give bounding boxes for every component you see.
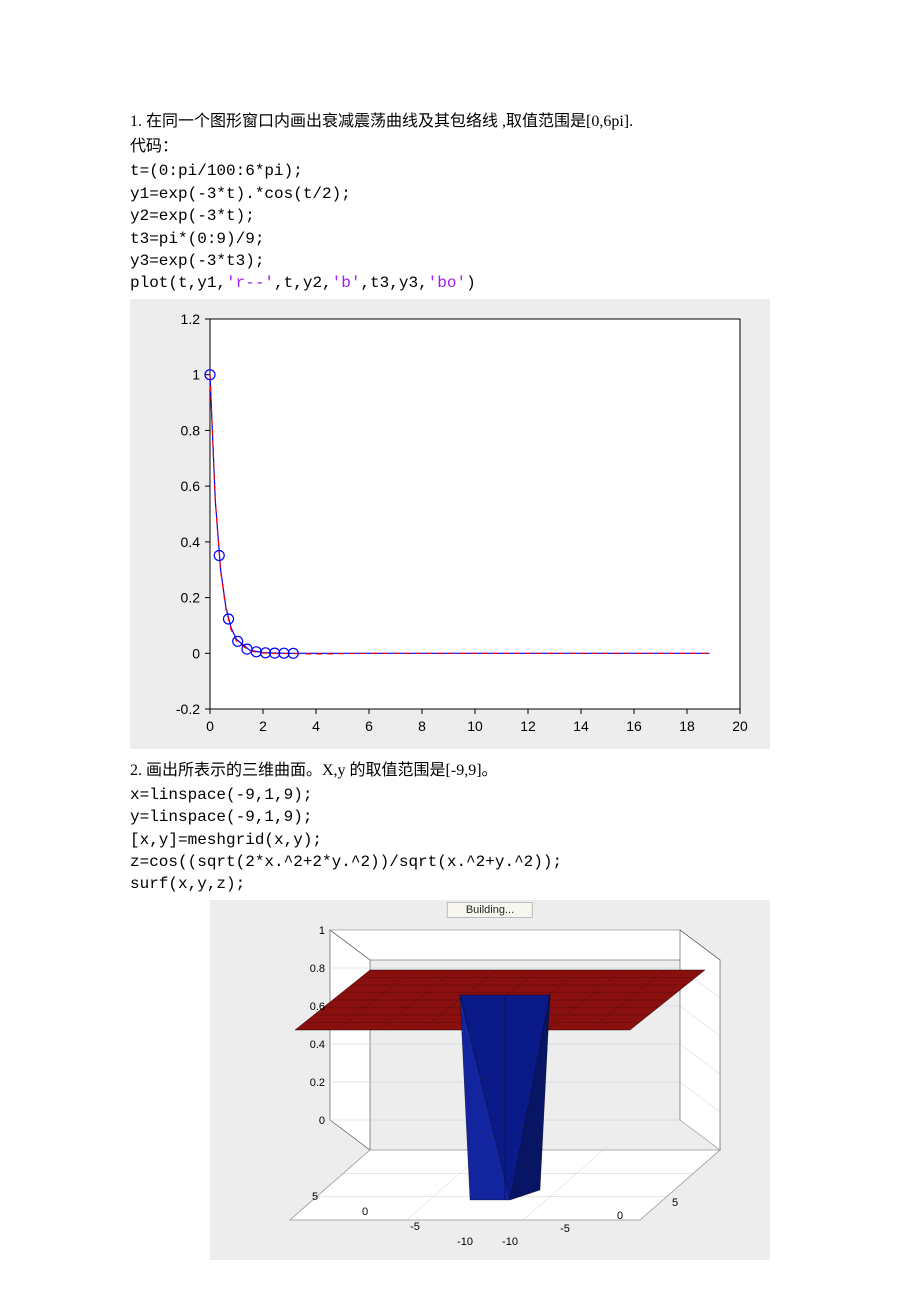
y-tick-label-3d: 0 (362, 1206, 368, 1218)
x-tick-label: 16 (626, 718, 642, 734)
x-tick-label: 14 (573, 718, 589, 734)
x-tick-label: 12 (520, 718, 536, 734)
problem-2-title: 2. 画出所表示的三维曲面。X,y 的取值范围是[-9,9]。 (130, 759, 790, 782)
problem-1-plot-line: plot(t,y1,'r--',t,y2,'b',t3,y3,'bo') (130, 272, 790, 294)
building-badge: Building... (447, 902, 533, 918)
problem-1-code-line: y2=exp(-3*t); (130, 205, 790, 227)
y-tick-label: 1.2 (181, 311, 201, 327)
x-tick-label: 6 (365, 718, 373, 734)
problem-1-code-line: y3=exp(-3*t3); (130, 250, 790, 272)
x-tick-label: 4 (312, 718, 320, 734)
problem-2-code-line: x=linspace(-9,1,9); (130, 784, 790, 806)
z-tick-label: 1 (319, 925, 325, 937)
chart-2-surface: Building... (210, 900, 770, 1260)
y-tick-label: 0.2 (181, 589, 201, 605)
problem-2-code-line: surf(x,y,z); (130, 873, 790, 895)
problem-2-code-line: z=cos((sqrt(2*x.^2+2*y.^2))/sqrt(x.^2+y.… (130, 851, 790, 873)
x-tick-label: 0 (206, 718, 214, 734)
y-tick-label-3d: -5 (410, 1221, 420, 1233)
x-tick-label-3d: 0 (617, 1210, 623, 1222)
x-tick-label: 2 (259, 718, 267, 734)
z-tick-label: 0.6 (310, 1001, 325, 1013)
y-tick-label-3d: -10 (457, 1236, 473, 1248)
y-tick-label: 0.6 (181, 478, 201, 494)
z-tick-label: 0.8 (310, 963, 325, 975)
problem-2-code-line: [x,y]=meshgrid(x,y); (130, 829, 790, 851)
y-tick-label: -0.2 (176, 701, 200, 717)
x-tick-label: 10 (467, 718, 483, 734)
z-tick-label: 0.4 (310, 1039, 325, 1051)
y-tick-label: 0.4 (181, 534, 201, 550)
x-tick-label-3d: 5 (672, 1197, 678, 1209)
x-tick-label-3d: -5 (560, 1223, 570, 1235)
z-tick-label: 0 (319, 1115, 325, 1127)
z-tick-label: 0.2 (310, 1077, 325, 1089)
x-tick-label: 18 (679, 718, 695, 734)
surface-dip-region (460, 995, 550, 1200)
y-tick-label: 1 (192, 366, 200, 382)
x-tick-label-3d: -10 (502, 1236, 518, 1248)
y-tick-label: 0.8 (181, 422, 201, 438)
chart-1-decay: 0 2 4 6 8 10 12 14 16 18 20 -0.2 0 0.2 0… (130, 299, 770, 749)
x-tick-label: 20 (732, 718, 748, 734)
x-tick-label: 8 (418, 718, 426, 734)
problem-1-code-line: t3=pi*(0:9)/9; (130, 228, 790, 250)
problem-1-code-line: t=(0:pi/100:6*pi); (130, 160, 790, 182)
problem-2-code-line: y=linspace(-9,1,9); (130, 806, 790, 828)
y-tick-label-3d: 5 (312, 1191, 318, 1203)
problem-1-code-label: 代码： (130, 135, 790, 158)
problem-1-title: 1. 在同一个图形窗口内画出衰减震荡曲线及其包络线 ,取值范围是[0,6pi]. (130, 110, 790, 133)
y-tick-label: 0 (192, 645, 200, 661)
problem-1-code-line: y1=exp(-3*t).*cos(t/2); (130, 183, 790, 205)
